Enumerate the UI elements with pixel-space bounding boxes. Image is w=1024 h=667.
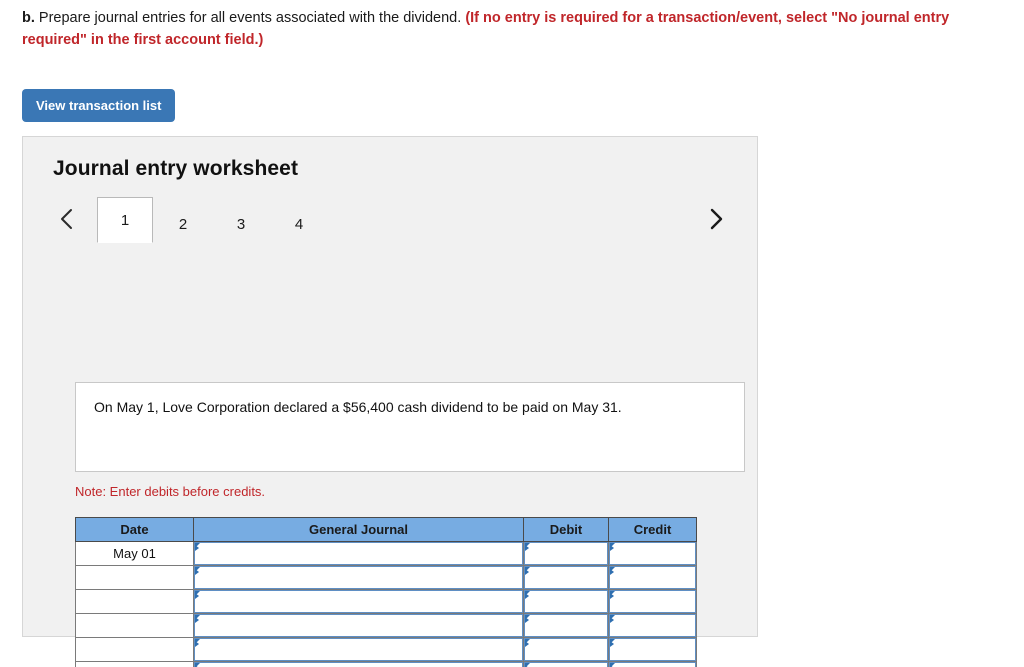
debit-input[interactable]: [524, 542, 608, 565]
column-header-date: Date: [75, 517, 194, 542]
credit-input[interactable]: [609, 638, 696, 661]
general-journal-cell: [193, 565, 524, 590]
debit-cell: [523, 589, 609, 614]
worksheet-tab-4[interactable]: 4: [271, 205, 327, 243]
date-cell: [75, 661, 194, 667]
credit-cell: [608, 589, 697, 614]
table-row: [75, 661, 697, 667]
debit-input[interactable]: [524, 662, 608, 667]
date-cell: [75, 589, 194, 614]
question-text: Prepare journal entries for all events a…: [38, 10, 462, 26]
worksheet-tab-2[interactable]: 2: [155, 205, 211, 243]
date-cell: [75, 565, 194, 590]
table-row: [75, 589, 697, 614]
chevron-left-icon[interactable]: [53, 205, 79, 233]
debit-cell: [523, 637, 609, 662]
debit-input[interactable]: [524, 638, 608, 661]
worksheet-tabs-bar: 1 2 3 4: [53, 197, 729, 243]
credit-input[interactable]: [609, 614, 696, 637]
debit-cell: [523, 541, 609, 566]
credit-input[interactable]: [609, 590, 696, 613]
general-journal-cell: [193, 661, 524, 667]
column-header-credit: Credit: [608, 517, 697, 542]
table-row: [75, 637, 697, 662]
table-row: [75, 565, 697, 590]
general-journal-cell: [193, 637, 524, 662]
column-header-general-journal: General Journal: [193, 517, 524, 542]
credit-cell: [608, 637, 697, 662]
date-cell: May 01: [75, 541, 194, 566]
worksheet-tab-3[interactable]: 3: [213, 205, 269, 243]
credit-cell: [608, 565, 697, 590]
debits-before-credits-note: Note: Enter debits before credits.: [75, 484, 266, 499]
journal-entry-worksheet-panel: Journal entry worksheet 1 2 3 4 On May 1: [22, 136, 758, 667]
worksheet-title: Journal entry worksheet: [53, 157, 299, 180]
credit-input[interactable]: [609, 542, 696, 565]
credit-cell: [608, 613, 697, 638]
table-row: May 01: [75, 541, 697, 566]
debit-input[interactable]: [524, 614, 608, 637]
account-input[interactable]: [194, 542, 523, 565]
account-input[interactable]: [194, 638, 523, 661]
chevron-right-icon[interactable]: [703, 205, 729, 233]
debit-cell: [523, 565, 609, 590]
credit-cell: [608, 541, 697, 566]
general-journal-cell: [193, 541, 524, 566]
date-cell: [75, 637, 194, 662]
credit-cell: [608, 661, 697, 667]
account-input[interactable]: [194, 566, 523, 589]
page-root: b. Prepare journal entries for all event…: [0, 0, 1024, 667]
date-cell: [75, 613, 194, 638]
worksheet-tab-list: 1 2 3 4: [97, 197, 329, 243]
debit-input[interactable]: [524, 566, 608, 589]
account-input[interactable]: [194, 614, 523, 637]
account-input[interactable]: [194, 590, 523, 613]
worksheet-tab-1[interactable]: 1: [97, 197, 153, 243]
scenario-description: On May 1, Love Corporation declared a $5…: [75, 382, 745, 472]
credit-input[interactable]: [609, 566, 696, 589]
column-header-debit: Debit: [523, 517, 609, 542]
general-journal-cell: [193, 613, 524, 638]
general-journal-cell: [193, 589, 524, 614]
question-prompt: b. Prepare journal entries for all event…: [22, 8, 1014, 52]
credit-input[interactable]: [609, 662, 696, 667]
journal-entry-table: Date General Journal Debit Credit May 01: [75, 517, 697, 667]
account-input[interactable]: [194, 662, 523, 667]
table-header-row: Date General Journal Debit Credit: [75, 517, 697, 542]
table-row: [75, 613, 697, 638]
question-label: b.: [22, 10, 35, 26]
debit-input[interactable]: [524, 590, 608, 613]
view-transaction-list-button[interactable]: View transaction list: [22, 89, 176, 122]
debit-cell: [523, 613, 609, 638]
debit-cell: [523, 661, 609, 667]
